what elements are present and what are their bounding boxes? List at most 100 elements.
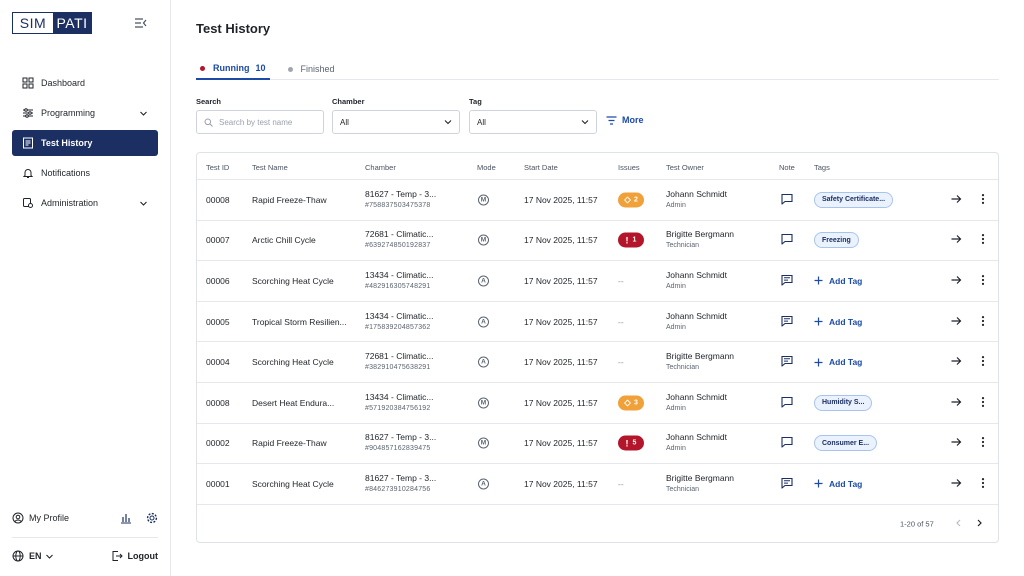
error-issue-badge[interactable]: ! 1 (618, 232, 644, 248)
column-header-issues[interactable]: Issues (618, 163, 640, 172)
manual-mode-icon: M (478, 194, 489, 206)
add-tag-button[interactable]: Add Tag (814, 317, 862, 327)
tag-chip[interactable]: Humidity S... (814, 394, 873, 411)
test-name[interactable]: Rapid Freeze-Thaw (252, 195, 327, 205)
manual-mode-icon: M (478, 397, 489, 409)
more-options-icon[interactable] (981, 396, 985, 409)
gear-icon[interactable] (146, 512, 158, 524)
sidebar-item-notifications[interactable]: Notifications (12, 160, 158, 186)
warning-issue-badge[interactable]: 3 (618, 395, 644, 411)
owner-cell: Brigitte Bergmann Technician (666, 351, 734, 373)
chamber-serial: #382910475638291 (365, 364, 431, 372)
table-row[interactable]: 00008 Rapid Freeze-Thaw 81627 - Temp - 3..… (197, 180, 998, 221)
auto-mode-icon: A (478, 356, 489, 368)
my-profile-link[interactable]: My Profile (29, 513, 69, 523)
table-row[interactable]: 00004 Scorching Heat Cycle 72681 - Climati… (197, 342, 998, 383)
note-empty-icon[interactable] (781, 234, 793, 247)
chamber-value: All (340, 117, 349, 127)
tab-running[interactable]: Running 10 (196, 58, 270, 80)
more-options-icon[interactable] (981, 193, 985, 206)
logout-button[interactable]: Logout (128, 551, 159, 561)
test-name[interactable]: Scorching Heat Cycle (252, 479, 334, 489)
add-tag-button[interactable]: Add Tag (814, 479, 862, 489)
sidebar-item-programming[interactable]: Programming (12, 100, 158, 126)
table-row[interactable]: 00006 Scorching Heat Cycle 13434 - Climati… (197, 261, 998, 302)
tag-chip[interactable]: Safety Certificate... (814, 191, 894, 208)
column-header-test-owner[interactable]: Test Owner (666, 163, 704, 172)
exclamation-icon: ! (625, 235, 629, 246)
owner-role: Technician (666, 242, 700, 250)
arrow-right-icon[interactable] (951, 275, 962, 287)
test-name[interactable]: Arctic Chill Cycle (252, 235, 316, 245)
arrow-right-icon[interactable] (951, 234, 962, 246)
issues-cell: -- (618, 357, 624, 367)
note-filled-icon[interactable] (781, 315, 793, 328)
more-filters-button[interactable]: More (606, 115, 644, 125)
test-name[interactable]: Tropical Storm Resilien... (252, 317, 347, 327)
arrow-right-icon[interactable] (951, 356, 962, 368)
start-date: 17 Nov 2025, 11:57 (524, 316, 598, 327)
note-empty-icon[interactable] (781, 437, 793, 450)
no-issues: -- (618, 275, 624, 286)
sidebar-collapse-icon[interactable] (134, 16, 148, 30)
bar-chart-icon[interactable] (120, 512, 132, 524)
test-name[interactable]: Scorching Heat Cycle (252, 357, 334, 367)
tag-chip[interactable]: Consumer E... (814, 435, 878, 452)
more-options-icon[interactable] (981, 356, 985, 369)
user-circle-icon[interactable] (12, 512, 24, 524)
tag-chip[interactable]: Freezing (814, 232, 859, 249)
tags-cell: Humidity S... (814, 394, 873, 411)
more-options-icon[interactable] (981, 437, 985, 450)
note-empty-icon[interactable] (781, 396, 793, 409)
arrow-right-icon[interactable] (951, 194, 962, 206)
column-header-test-id[interactable]: Test ID (206, 163, 229, 172)
tag-select[interactable]: All (469, 110, 597, 134)
more-options-icon[interactable] (981, 477, 985, 490)
prev-page-icon[interactable] (954, 518, 963, 529)
no-issues: -- (618, 357, 624, 368)
add-tag-button[interactable]: Add Tag (814, 357, 862, 367)
next-page-icon[interactable] (975, 518, 984, 529)
column-header-start-date[interactable]: Start Date (524, 163, 558, 172)
language-selector[interactable]: EN (29, 551, 42, 561)
test-name[interactable]: Rapid Freeze-Thaw (252, 438, 327, 448)
table-row[interactable]: 00002 Rapid Freeze-Thaw 81627 - Temp - 3..… (197, 424, 998, 465)
arrow-right-icon[interactable] (951, 437, 962, 449)
error-issue-badge[interactable]: ! 5 (618, 435, 644, 451)
search-input[interactable]: Search by test name (196, 110, 324, 134)
chamber-select[interactable]: All (332, 110, 460, 134)
column-header-test-name[interactable]: Test Name (252, 163, 288, 172)
arrow-right-icon[interactable] (951, 478, 962, 490)
note-filled-icon[interactable] (781, 274, 793, 287)
more-options-icon[interactable] (981, 274, 985, 287)
tab-finished[interactable]: Finished (284, 58, 339, 80)
table-row[interactable]: 00005 Tropical Storm Resilien... 13434 - C… (197, 302, 998, 343)
column-header-mode[interactable]: Mode (477, 163, 496, 172)
arrow-right-icon[interactable] (951, 397, 962, 409)
table-row[interactable]: 00008 Desert Heat Endura... 13434 - Climat… (197, 383, 998, 424)
column-header-note[interactable]: Note (779, 163, 795, 172)
note-empty-icon[interactable] (781, 193, 793, 206)
column-header-chamber[interactable]: Chamber (365, 163, 396, 172)
test-name[interactable]: Desert Heat Endura... (252, 398, 334, 408)
add-tag-label: Add Tag (829, 357, 863, 368)
table-row[interactable]: 00007 Arctic Chill Cycle 72681 - Climatic.… (197, 221, 998, 262)
table-row[interactable]: 00001 Scorching Heat Cycle 81627 - Temp - … (197, 464, 998, 505)
sidebar-item-administration[interactable]: Administration (12, 190, 158, 216)
warning-issue-badge[interactable]: 2 (618, 192, 644, 208)
note-filled-icon[interactable] (781, 477, 793, 490)
logout-icon[interactable] (111, 550, 123, 562)
sidebar-item-dashboard[interactable]: Dashboard (12, 70, 158, 96)
test-name[interactable]: Scorching Heat Cycle (252, 276, 334, 286)
sidebar-item-test-history[interactable]: Test History (12, 130, 158, 156)
tags-cell: Add Tag (814, 357, 862, 367)
add-tag-button[interactable]: Add Tag (814, 276, 862, 286)
arrow-right-icon[interactable] (951, 316, 962, 328)
globe-icon[interactable] (12, 550, 24, 562)
more-options-icon[interactable] (981, 315, 985, 328)
column-header-tags[interactable]: Tags (814, 163, 830, 172)
test-id: 00001 (206, 478, 230, 489)
chevron-down-icon[interactable] (45, 552, 54, 561)
more-options-icon[interactable] (981, 234, 985, 247)
note-filled-icon[interactable] (781, 356, 793, 369)
